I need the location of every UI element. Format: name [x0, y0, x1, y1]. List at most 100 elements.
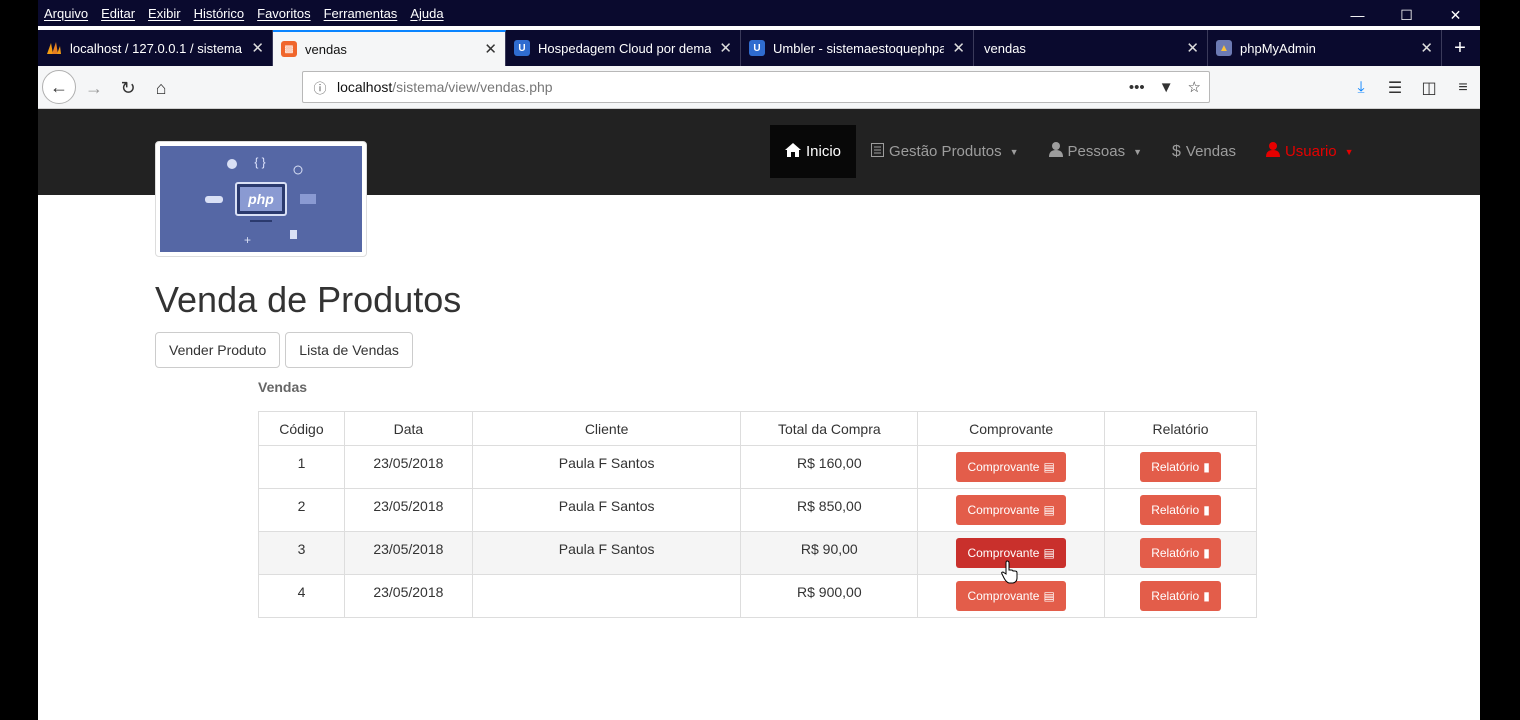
hamburger-menu-icon[interactable]: ≡ — [1446, 79, 1480, 97]
caret-down-icon: ▼ — [1009, 146, 1019, 157]
cell-relatorio: Relatório ▮ — [1104, 531, 1257, 575]
page-icon: ▩ — [281, 41, 297, 57]
home-icon — [785, 142, 801, 161]
nav-label: Pessoas — [1067, 143, 1126, 160]
nav-pessoas[interactable]: Pessoas ▼ — [1034, 125, 1157, 178]
tab-label: localhost / 127.0.0.1 / sistema — [70, 40, 242, 56]
home-button[interactable]: ⌂ — [145, 72, 177, 104]
button-label: Relatório — [1151, 546, 1200, 560]
close-icon[interactable]: ✕ — [719, 39, 732, 57]
cell-data: 23/05/2018 — [343, 445, 473, 489]
sidebar-icon[interactable]: ◫ — [1412, 78, 1446, 98]
file-icon: ▮ — [1203, 546, 1210, 560]
svg-text:{ }: { } — [254, 155, 265, 169]
table-row: 2 23/05/2018 Paula F Santos R$ 850,00 Co… — [258, 488, 1257, 532]
comprovante-button[interactable]: Comprovante ▤ — [956, 452, 1066, 482]
cell-cliente — [471, 574, 742, 618]
button-label: Comprovante — [967, 460, 1040, 474]
cell-codigo: 1 — [258, 445, 345, 489]
close-icon[interactable]: ✕ — [952, 39, 965, 57]
menu-historico[interactable]: Histórico — [194, 6, 245, 21]
close-icon[interactable]: ✕ — [251, 39, 264, 57]
caret-down-icon: ▼ — [1344, 146, 1354, 157]
button-label: Comprovante — [967, 589, 1040, 603]
relatorio-button[interactable]: Relatório ▮ — [1140, 538, 1221, 568]
download-icon[interactable]: ⤓ — [1344, 79, 1378, 97]
tab-hospedagem[interactable]: U Hospedagem Cloud por dema ✕ — [506, 30, 741, 66]
menu-ajuda[interactable]: Ajuda — [410, 6, 443, 21]
menu-ferramentas[interactable]: Ferramentas — [324, 6, 398, 21]
cell-relatorio: Relatório ▮ — [1104, 488, 1257, 532]
video-border-left — [0, 0, 38, 720]
list-icon — [871, 142, 885, 161]
maximize-button[interactable]: ☐ — [1382, 0, 1431, 30]
phpmyadmin-icon: ▲ — [1216, 40, 1232, 56]
cell-cliente: Paula F Santos — [471, 531, 742, 575]
comprovante-button[interactable]: Comprovante ▤ — [956, 581, 1066, 611]
tab-label: phpMyAdmin — [1240, 40, 1316, 56]
more-icon[interactable]: ••• — [1129, 79, 1145, 96]
pocket-icon[interactable]: ▼ — [1159, 79, 1174, 96]
relatorio-button[interactable]: Relatório ▮ — [1140, 495, 1221, 525]
nav-usuario[interactable]: Usuario ▼ — [1251, 125, 1369, 178]
info-icon[interactable]: ⓘ — [303, 78, 337, 97]
forward-button[interactable]: → — [78, 72, 110, 104]
nav-inicio[interactable]: Inicio — [770, 125, 857, 178]
bookmark-star-icon[interactable]: ☆ — [1188, 78, 1201, 96]
tab-phpmyadmin-sistema[interactable]: localhost / 127.0.0.1 / sistema ✕ — [38, 30, 273, 66]
dollar-icon: $ — [1172, 142, 1181, 160]
comprovante-button[interactable]: Comprovante ▤ — [956, 495, 1066, 525]
nav-label: Usuario — [1284, 143, 1337, 160]
file-icon: ▮ — [1203, 503, 1210, 517]
relatorio-button[interactable]: Relatório ▮ — [1140, 581, 1221, 611]
tab-label: Umbler - sistemaestoquephpa — [773, 40, 945, 56]
tab-vendas-active[interactable]: ▩ vendas ✕ — [273, 30, 506, 66]
cell-comprovante: Comprovante ▤ — [917, 445, 1106, 489]
tab-phpmyadmin[interactable]: ▲ phpMyAdmin ✕ — [1208, 30, 1442, 66]
lista-de-vendas-button[interactable]: Lista de Vendas — [285, 332, 413, 368]
menu-favoritos[interactable]: Favoritos — [257, 6, 310, 21]
col-comprovante: Comprovante — [917, 411, 1106, 446]
close-icon[interactable]: ✕ — [1186, 39, 1199, 57]
web-page: Inicio Gestão Produtos ▼ Pessoas ▼ $ Ven… — [38, 109, 1480, 720]
close-window-button[interactable]: ✕ — [1431, 0, 1480, 30]
vender-produto-button[interactable]: Vender Produto — [155, 332, 281, 368]
col-cliente: Cliente — [471, 411, 742, 446]
close-icon[interactable]: ✕ — [1420, 39, 1433, 57]
cell-total: R$ 90,00 — [740, 531, 919, 575]
umbler-icon: U — [749, 40, 765, 56]
minimize-button[interactable]: — — [1333, 0, 1382, 30]
button-label: Relatório — [1151, 589, 1200, 603]
tab-vendas-2[interactable]: vendas ✕ — [974, 30, 1208, 66]
new-tab-button[interactable]: + — [1442, 30, 1478, 66]
file-icon: ▮ — [1203, 589, 1210, 603]
tab-label: Hospedagem Cloud por dema — [538, 40, 712, 56]
close-icon[interactable]: ✕ — [484, 40, 497, 58]
relatorio-button[interactable]: Relatório ▮ — [1140, 452, 1221, 482]
cell-data: 23/05/2018 — [343, 574, 473, 618]
table-row: 3 23/05/2018 Paula F Santos R$ 90,00 Com… — [258, 531, 1257, 575]
button-label: Comprovante — [967, 546, 1040, 560]
nav-gestao-produtos[interactable]: Gestão Produtos ▼ — [856, 125, 1034, 178]
back-button[interactable]: ← — [42, 70, 76, 104]
page-title: Venda de Produtos — [155, 279, 462, 320]
cell-total: R$ 900,00 — [740, 574, 919, 618]
cell-cliente: Paula F Santos — [471, 488, 742, 532]
umbler-icon: U — [514, 40, 530, 56]
button-label: Relatório — [1151, 503, 1200, 517]
col-data: Data — [343, 411, 473, 446]
menu-arquivo[interactable]: Arquivo — [44, 6, 88, 21]
url-bar[interactable]: ⓘ localhost/sistema/view/vendas.php ••• … — [302, 71, 1210, 103]
menu-editar[interactable]: Editar — [101, 6, 135, 21]
reload-button[interactable]: ↻ — [112, 72, 144, 104]
tab-umbler[interactable]: U Umbler - sistemaestoquephpa ✕ — [741, 30, 974, 66]
menu-exibir[interactable]: Exibir — [148, 6, 181, 21]
nav-vendas[interactable]: $ Vendas — [1157, 125, 1251, 178]
section-label: Vendas — [258, 379, 308, 395]
cell-total: R$ 160,00 — [740, 445, 919, 489]
cell-total: R$ 850,00 — [740, 488, 919, 532]
cell-data: 23/05/2018 — [343, 488, 473, 532]
cell-comprovante: Comprovante ▤ — [917, 488, 1106, 532]
library-icon[interactable]: ☰ — [1378, 78, 1412, 98]
table-row: 4 23/05/2018 R$ 900,00 Comprovante ▤ Rela… — [258, 574, 1257, 618]
